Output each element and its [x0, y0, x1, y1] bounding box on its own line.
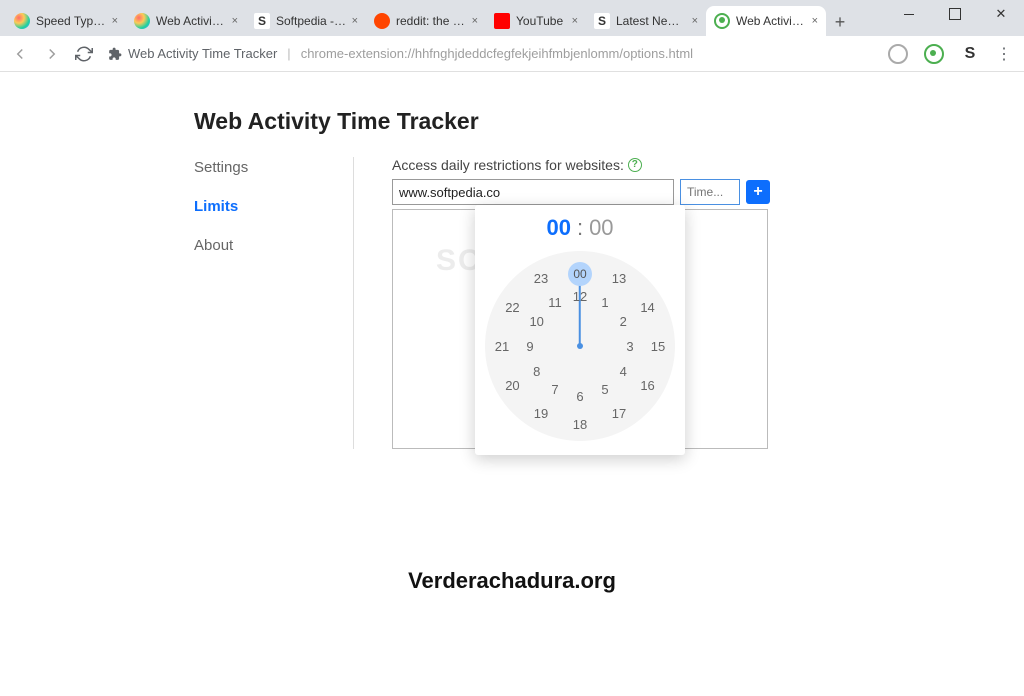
tab-title: reddit: the fro [396, 14, 467, 28]
minimize-button[interactable] [886, 0, 932, 28]
extension-name: Web Activity Time Tracker [128, 46, 277, 61]
hour-1[interactable]: 1 [595, 293, 615, 313]
tab-title: YouTube [516, 14, 567, 28]
access-label: Access daily restrictions for websites: [392, 157, 624, 173]
tab-youtube[interactable]: YouTube × [486, 6, 586, 36]
close-tab-icon[interactable]: × [812, 15, 818, 27]
hour-10[interactable]: 10 [527, 311, 547, 331]
hour-18[interactable]: 18 [570, 414, 590, 434]
separator: | [287, 46, 290, 61]
favicon [714, 13, 730, 29]
favicon [374, 13, 390, 29]
chrome-menu-button[interactable]: ⋮ [996, 44, 1012, 64]
favicon [14, 13, 30, 29]
back-button[interactable] [8, 42, 32, 66]
hour-23[interactable]: 23 [531, 268, 551, 288]
hour-2[interactable]: 2 [613, 311, 633, 331]
selected-hour[interactable]: 00 [568, 262, 592, 286]
help-icon[interactable]: ? [628, 158, 642, 172]
hour-12[interactable]: 12 [570, 286, 590, 306]
address-bar: Web Activity Time Tracker | chrome-exten… [0, 36, 1024, 72]
domain-input[interactable] [392, 179, 674, 205]
hour-15[interactable]: 15 [648, 336, 668, 356]
new-tab-button[interactable]: + [826, 8, 854, 36]
hour-22[interactable]: 22 [502, 297, 522, 317]
close-tab-icon[interactable]: × [692, 15, 698, 27]
hour-13[interactable]: 13 [609, 268, 629, 288]
close-window-button[interactable] [978, 0, 1024, 28]
hour-21[interactable]: 21 [492, 336, 512, 356]
browser-tabbar: Speed Typing × Web Activity T × S Softpedia… [0, 0, 1024, 36]
time-input[interactable] [680, 179, 740, 205]
close-tab-icon[interactable]: × [232, 15, 238, 27]
ext-tracker-icon[interactable] [924, 44, 944, 64]
window-controls [886, 0, 1024, 28]
hour-19[interactable]: 19 [531, 404, 551, 424]
tab-speed-typing[interactable]: Speed Typing × [6, 6, 126, 36]
hour-17[interactable]: 17 [609, 404, 629, 424]
hour-16[interactable]: 16 [638, 375, 658, 395]
tab-softpedia[interactable]: S Softpedia - Fr × [246, 6, 366, 36]
time-picker-header: 00:00 [475, 205, 685, 247]
hour-6[interactable]: 6 [570, 386, 590, 406]
close-tab-icon[interactable]: × [472, 15, 478, 27]
extension-icon [108, 47, 122, 61]
close-tab-icon[interactable]: × [112, 15, 118, 27]
add-button[interactable]: + [746, 180, 770, 204]
page-content: Web Activity Time Tracker Settings Limit… [0, 72, 1024, 449]
hour-20[interactable]: 20 [502, 375, 522, 395]
maximize-button[interactable] [932, 0, 978, 28]
tab-web-activity-active[interactable]: Web Activity T × [706, 6, 826, 36]
favicon [134, 13, 150, 29]
hour-7[interactable]: 7 [545, 379, 565, 399]
sidebar-item-limits[interactable]: Limits [194, 198, 333, 215]
access-label-row: Access daily restrictions for websites: … [392, 157, 770, 173]
hour-3[interactable]: 3 [620, 336, 640, 356]
hour-display[interactable]: 00 [546, 215, 570, 240]
hour-9[interactable]: 9 [520, 336, 540, 356]
sidebar-item-settings[interactable]: Settings [194, 159, 333, 176]
tab-latest-news[interactable]: S Latest News & × [586, 6, 706, 36]
close-tab-icon[interactable]: × [572, 15, 578, 27]
hour-8[interactable]: 8 [527, 361, 547, 381]
watermark-site: Verderachadura.org [0, 568, 1024, 594]
omnibox[interactable]: Web Activity Time Tracker | chrome-exten… [108, 46, 693, 61]
hour-5[interactable]: 5 [595, 379, 615, 399]
url-path: chrome-extension://hhfnghjdeddcfegfekjei… [301, 46, 693, 61]
tab-web-activity-1[interactable]: Web Activity T × [126, 6, 246, 36]
sidebar-item-about[interactable]: About [194, 237, 333, 254]
tab-title: Latest News & [616, 14, 687, 28]
tab-title: Softpedia - Fr [276, 14, 347, 28]
tab-title: Web Activity T [156, 14, 227, 28]
forward-button[interactable] [40, 42, 64, 66]
clock-center [577, 343, 583, 349]
favicon: S [254, 13, 270, 29]
clock-face[interactable]: 00 1314151617181920212223121234567891011 [485, 251, 675, 441]
close-tab-icon[interactable]: × [352, 15, 358, 27]
hour-4[interactable]: 4 [613, 361, 633, 381]
reload-button[interactable] [72, 42, 96, 66]
tab-reddit[interactable]: reddit: the fro × [366, 6, 486, 36]
page-title: Web Activity Time Tracker [194, 108, 1024, 135]
time-picker-popup: 00:00 00 1314151617181920212223121234567… [475, 205, 685, 455]
ext-clock-icon[interactable] [888, 44, 908, 64]
sidebar: Settings Limits About [194, 157, 354, 449]
favicon [494, 13, 510, 29]
hour-11[interactable]: 11 [545, 293, 565, 313]
tab-title: Speed Typing [36, 14, 107, 28]
tab-title: Web Activity T [736, 14, 807, 28]
favicon: S [594, 13, 610, 29]
ext-softpedia-icon[interactable]: S [960, 44, 980, 64]
main-panel: Access daily restrictions for websites: … [354, 157, 770, 449]
hour-14[interactable]: 14 [638, 297, 658, 317]
minute-display[interactable]: 00 [589, 215, 613, 240]
